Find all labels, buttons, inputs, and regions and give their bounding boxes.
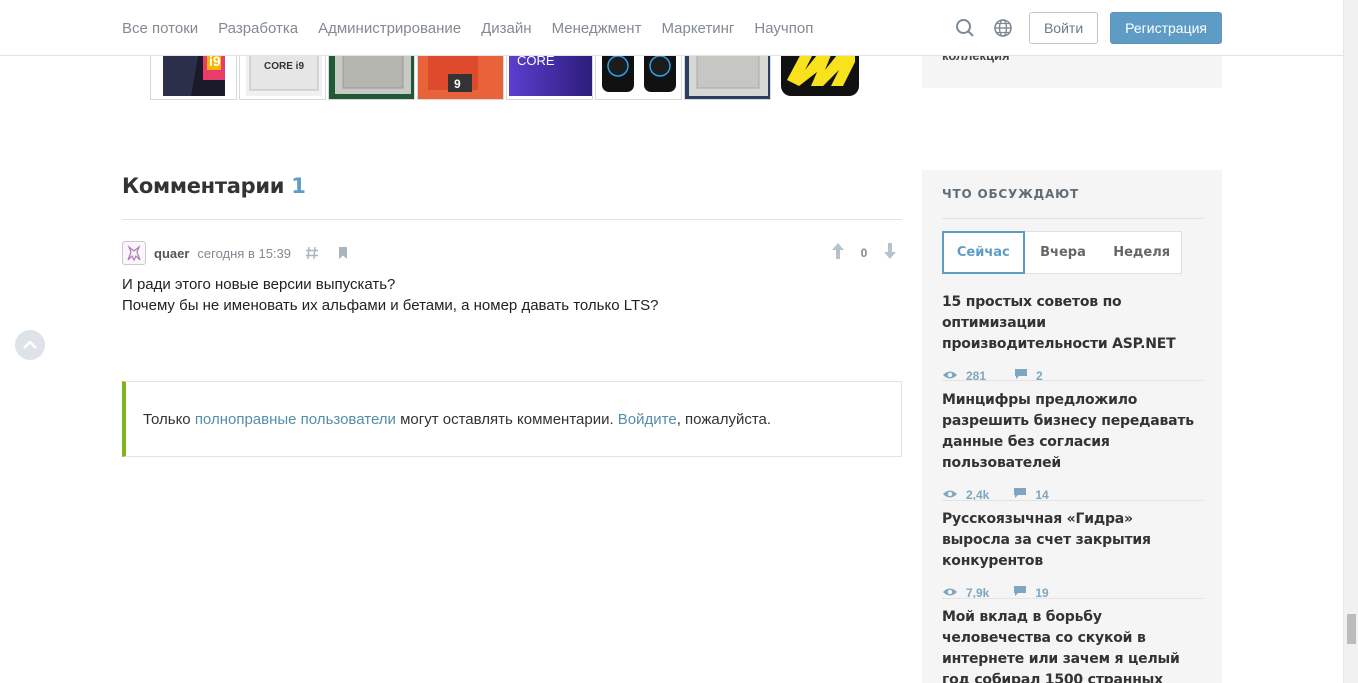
comments-divider — [122, 219, 902, 220]
comment-icon — [1014, 367, 1028, 385]
comments-title: Комментарии — [122, 174, 285, 198]
post-title[interactable]: 15 простых советов по оптимизации произв… — [942, 292, 1203, 355]
post-divider — [942, 598, 1203, 599]
comment-icon — [1013, 584, 1027, 602]
vote-up-icon[interactable] — [830, 242, 846, 265]
scrollbar-thumb[interactable] — [1347, 614, 1356, 644]
search-icon[interactable] — [947, 12, 983, 44]
comment-line: Почему бы не именовать их альфами и бета… — [122, 297, 659, 314]
post-divider — [942, 380, 1203, 381]
sidebar-divider — [942, 218, 1203, 219]
login-button[interactable]: Войти — [1028, 12, 1099, 44]
period-tabs: Сейчас Вчера Неделя — [942, 231, 1182, 274]
tab-now[interactable]: Сейчас — [942, 231, 1025, 274]
post-title[interactable]: Русскоязычная «Гидра» выросла за счет за… — [942, 509, 1203, 572]
chevron-up-icon — [23, 340, 37, 349]
post-meta: 7,9k 19 — [942, 584, 1203, 602]
scroll-to-top-button[interactable] — [15, 330, 45, 360]
eye-icon — [942, 486, 958, 504]
post-divider — [942, 500, 1203, 501]
post-title[interactable]: Мой вклад в борьбу человечества со скуко… — [942, 607, 1203, 683]
post-meta: 281 2 — [942, 367, 1203, 385]
nav-administration[interactable]: Администрирование — [318, 20, 461, 37]
comment-date: сегодня в 15:39 — [197, 245, 292, 261]
nav-development[interactable]: Разработка — [218, 20, 298, 37]
comments-heading: Комментарии 1 — [122, 174, 306, 198]
vote-down-icon[interactable] — [882, 242, 898, 265]
product-label: 9 — [454, 77, 461, 91]
sidebar-post: 15 простых советов по оптимизации произв… — [942, 292, 1203, 385]
comment-header: quaer сегодня в 15:39 0 — [122, 241, 902, 265]
main-nav: Все потоки Разработка Администрирование … — [122, 0, 833, 56]
nav-marketing[interactable]: Маркетинг — [661, 20, 734, 37]
notice-text: Только — [143, 410, 195, 428]
hash-link-icon[interactable] — [305, 246, 319, 260]
sidebar-title: ЧТО ОБСУЖДАЮТ — [942, 187, 1080, 201]
notice-text: , пожалуйста. — [676, 410, 772, 428]
vote-score: 0 — [860, 246, 868, 260]
nav-design[interactable]: Дизайн — [481, 20, 531, 37]
sidebar-post: Минцифры предложило разрешить бизнесу пе… — [942, 390, 1203, 504]
register-button[interactable]: Регистрация — [1110, 12, 1222, 44]
product-label: CORE i9 — [264, 61, 304, 72]
tab-yesterday[interactable]: Вчера — [1024, 232, 1103, 273]
header-actions: Войти Регистрация — [947, 12, 1222, 44]
tab-week[interactable]: Неделя — [1102, 232, 1181, 273]
comment-body: И ради этого новые версии выпускать? Поч… — [122, 274, 882, 316]
login-link[interactable]: Войдите — [618, 411, 677, 428]
post-meta: 2,4k 14 — [942, 486, 1203, 504]
full-users-link[interactable]: полноправные пользователи — [195, 411, 396, 428]
nav-all-flows[interactable]: Все потоки — [122, 20, 198, 37]
avatar[interactable] — [122, 241, 146, 265]
sidebar-discussed: ЧТО ОБСУЖДАЮТ Сейчас Вчера Неделя 15 про… — [922, 170, 1222, 683]
comment-line: И ради этого новые версии выпускать? — [122, 276, 396, 293]
login-notice: Только полноправные пользователи могут о… — [122, 381, 902, 457]
nav-management[interactable]: Менеджмент — [552, 20, 642, 37]
eye-icon — [942, 584, 958, 602]
sidebar-post: Русскоязычная «Гидра» выросла за счет за… — [942, 509, 1203, 602]
bookmark-icon[interactable] — [337, 246, 349, 260]
sidebar-post: Мой вклад в борьбу человечества со скуко… — [942, 607, 1203, 683]
comments-count: 1 — [291, 174, 306, 198]
post-title[interactable]: Минцифры предложило разрешить бизнесу пе… — [942, 390, 1203, 474]
eye-icon — [942, 367, 958, 385]
top-header: Все потоки Разработка Администрирование … — [0, 0, 1343, 56]
vote-controls: 0 — [830, 241, 902, 265]
comment-author[interactable]: quaer — [154, 246, 189, 261]
comment-icon — [1013, 486, 1027, 504]
page-scrollbar[interactable] — [1343, 0, 1358, 683]
globe-icon[interactable] — [985, 12, 1021, 44]
notice-text: могут оставлять комментарии. — [395, 410, 618, 428]
nav-popsci[interactable]: Научпоп — [754, 20, 813, 37]
